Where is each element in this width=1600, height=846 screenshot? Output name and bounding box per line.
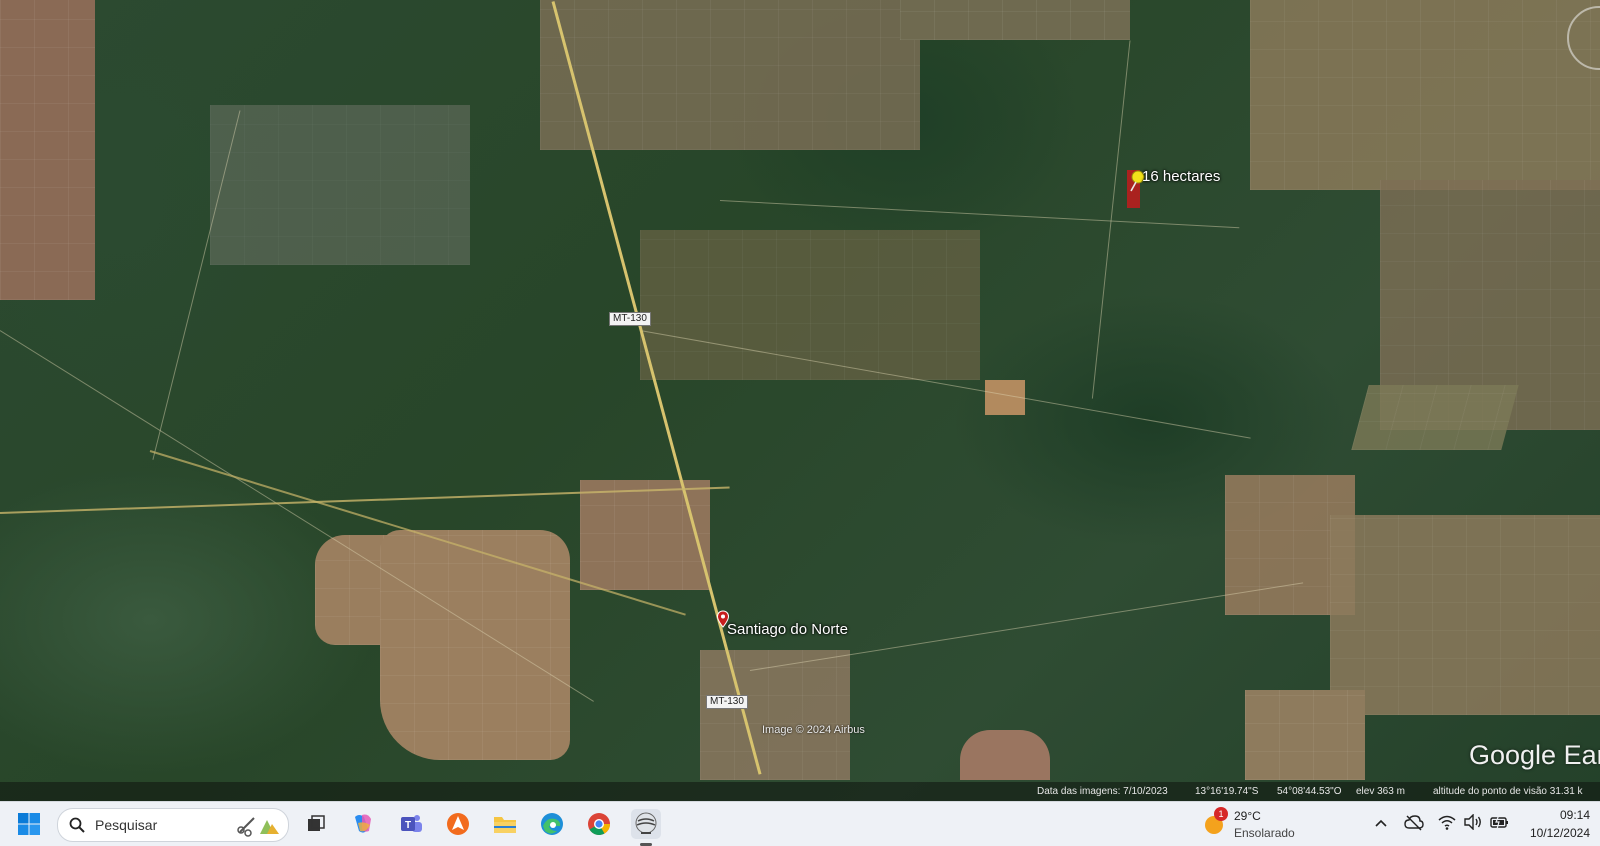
taskbar-clock[interactable]: 09:14 10/12/2024	[1520, 805, 1596, 843]
chevron-up-icon[interactable]	[1374, 817, 1388, 829]
volume-icon[interactable]	[1463, 814, 1483, 830]
clock-date: 10/12/2024	[1529, 826, 1590, 840]
google-earth-icon[interactable]	[631, 809, 661, 839]
latitude-readout: 13°16'19.74"S	[1195, 786, 1259, 797]
taskbar-search-box[interactable]: Pesquisar	[57, 808, 289, 842]
elevation-readout: elev 363 m	[1356, 786, 1405, 797]
road-shield-mt130-north: MT-130	[609, 312, 651, 326]
imagery-copyright: Image © 2024 Airbus	[762, 724, 865, 736]
field-north-strip	[540, 0, 920, 150]
chrome-icon[interactable]	[584, 809, 614, 839]
file-explorer-icon[interactable]	[490, 809, 520, 839]
track-6	[152, 110, 241, 460]
track-1	[0, 330, 594, 702]
imagery-date: Data das imagens: 7/10/2023	[1037, 786, 1168, 797]
task-view-icon[interactable]	[301, 809, 331, 839]
search-icon	[69, 817, 85, 833]
google-earth-logo: Google Ear	[1469, 740, 1600, 770]
field-sw-2	[380, 530, 570, 760]
field-se-3	[1245, 690, 1365, 780]
place-label-santiago[interactable]: Santiago do Norte	[727, 621, 848, 638]
weather-description: Ensolarado	[1234, 826, 1295, 840]
map-status-bar: Data das imagens: 7/10/2023 13°16'19.74"…	[0, 782, 1600, 801]
field-west-hazy	[210, 105, 470, 265]
field-east-strip	[1351, 385, 1519, 450]
field-south-center	[700, 650, 850, 780]
battery-icon[interactable]	[1490, 814, 1510, 830]
field-ne	[1250, 0, 1600, 190]
weather-widget[interactable]: 1 29°C Ensolarado	[1198, 804, 1328, 844]
field-se-2	[1330, 515, 1600, 715]
weather-badge: 1	[1214, 807, 1228, 821]
copilot-icon[interactable]	[348, 809, 378, 839]
clock-time: 09:14	[1559, 808, 1590, 822]
teams-icon[interactable]: T	[396, 809, 426, 839]
field-center-strip	[640, 230, 980, 380]
windows-start-icon[interactable]	[14, 809, 44, 839]
road-shield-mt130-south: MT-130	[706, 695, 748, 709]
snipping-tool-icon	[237, 817, 279, 837]
search-placeholder: Pesquisar	[95, 817, 158, 833]
pushpin-label[interactable]: 16 hectares	[1142, 168, 1220, 185]
field-nw	[0, 0, 95, 300]
eye-altitude-readout: altitude do ponto de visão 31.31 k	[1433, 786, 1583, 797]
windows-taskbar: Pesquisar T 1 29°C Ensolarado 09:14 10/1…	[0, 801, 1600, 846]
avast-icon[interactable]	[443, 809, 473, 839]
cloud-sync-off-icon[interactable]	[1404, 814, 1424, 832]
weather-temperature: 29°C	[1234, 809, 1261, 823]
wifi-icon[interactable]	[1438, 814, 1456, 830]
longitude-readout: 54°08'44.53"O	[1277, 786, 1342, 797]
field-bottom	[960, 730, 1050, 780]
edge-icon[interactable]	[537, 809, 567, 839]
field-north-right	[900, 0, 1130, 40]
track-3	[719, 200, 1240, 229]
field-south-town	[580, 480, 710, 590]
svg-text:T: T	[405, 820, 411, 831]
satellite-map[interactable]: MT-130 MT-130 Santiago do Norte 16 hecta…	[0, 0, 1600, 801]
